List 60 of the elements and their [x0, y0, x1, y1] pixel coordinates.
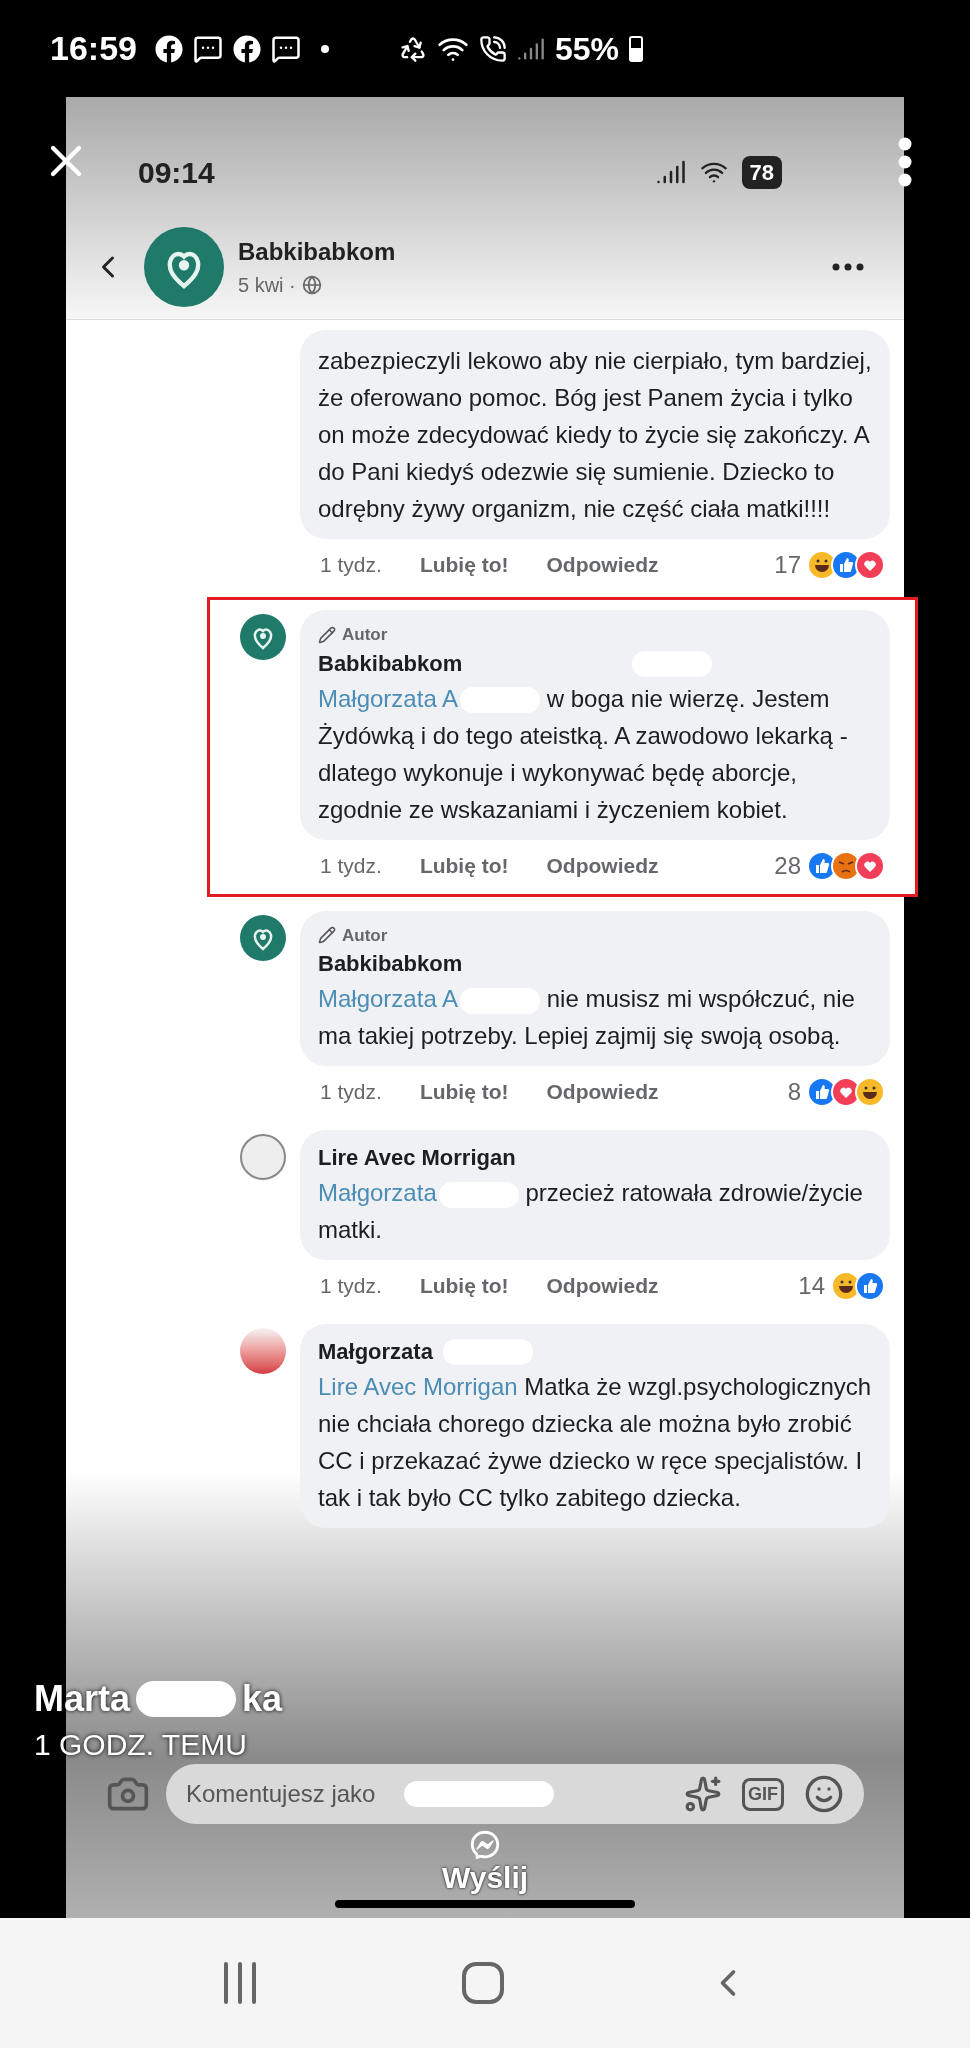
vertical-dots-icon — [898, 137, 912, 187]
commenter-name[interactable]: Lire Avec Morrigan — [318, 1142, 516, 1174]
ellipsis-icon — [832, 263, 864, 271]
post-date: 5 kwi · — [238, 273, 296, 298]
facebook-icon — [154, 34, 183, 63]
facebook-icon — [232, 34, 261, 63]
page-name[interactable]: Babkibabkom — [238, 234, 396, 270]
battery-indicator: 78 — [741, 155, 782, 189]
commenter-name[interactable]: Babkibabkom — [318, 948, 463, 980]
avatar-logo[interactable] — [240, 914, 286, 961]
commenter-name[interactable]: Babkibabkom — [318, 647, 463, 680]
pencil-icon — [318, 926, 336, 945]
reply-link[interactable]: Odpowiedz — [546, 1076, 659, 1108]
pencil-icon — [318, 625, 336, 644]
reply-link[interactable]: Odpowiedz — [546, 1270, 659, 1302]
comment-text: Małgorzata A w boga nie wierzę. Jestem Żydówką i do tego ateistką. A zawodowo lekarką - dlatego wykonuje i wykonywać będę aborcje, zgodnie ze wskazaniami i życzeniem kobiet. — [318, 683, 849, 825]
device-clock: 16:59 — [50, 28, 137, 69]
like-link[interactable]: Lubię to! — [419, 1270, 509, 1302]
like-link[interactable]: Lubię to! — [419, 849, 509, 882]
globe-icon — [301, 275, 322, 295]
mention-link[interactable]: Lire Avec Morrigan — [318, 1373, 518, 1400]
comment-time: 1 tydz. — [320, 1273, 382, 1300]
reaction-count: 14 — [798, 1271, 825, 1301]
gif-button[interactable]: GIF — [742, 1777, 784, 1811]
commenter-name[interactable]: Małgorzata — [318, 1336, 433, 1368]
battery-percent: 55% — [554, 29, 619, 69]
messenger-icon — [468, 1828, 502, 1862]
battery-icon — [629, 35, 643, 62]
comment-time: 1 tydz. — [320, 552, 382, 579]
comment-time: 1 tydz. — [320, 852, 382, 879]
more-button[interactable] — [832, 263, 864, 271]
comment-text: zabezpieczyli lekowo aby nie cierpiało, tym bardziej, że oferowano pomoc. Bóg jest Panem życia i tylko on może zdecydować kiedy to życie się zakończy. A do Pani kiedyś odezwie się sumienie. Dziecko to odrębny żywy organizm, nie część ciała matki!!!! — [318, 346, 872, 524]
avatar-logo[interactable] — [240, 614, 286, 660]
comment-text: Małgorzata A nie musisz mi współczuć, nie ma takiej potrzeby. Lepiej zajmij się swoją osobą. — [318, 984, 856, 1051]
reaction-count: 8 — [787, 1077, 801, 1107]
reply-link[interactable]: Odpowiedz — [546, 849, 659, 882]
comment-time: 1 tydz. — [320, 1079, 382, 1106]
reply-link[interactable]: Odpowiedz — [546, 549, 659, 581]
author-label: Autor — [342, 624, 388, 646]
recycle-icon — [398, 34, 427, 63]
comment-text: Lire Avec Morrigan Matka że wzgl.psychologicznych nie chciała chorego dziecka ale można było zrobić CC i przekazać żywe dziecko w ręce specjalistów. I tak i tak było CC tylko zabitego dziecka. — [318, 1372, 872, 1513]
page-avatar-logo[interactable] — [144, 227, 224, 307]
more-options-button[interactable] — [898, 137, 912, 187]
sticker-icon[interactable] — [684, 1775, 722, 1813]
comment-text: Małgorzata przecież ratowała zdrowie/życie matki. — [318, 1178, 864, 1245]
comment-input[interactable]: Komentujesz jako GIF — [166, 1764, 864, 1824]
call-icon — [478, 34, 507, 63]
author-label: Autor — [342, 924, 388, 947]
phone-clock: 09:14 — [138, 154, 215, 191]
mention-link[interactable]: Małgorzata A — [318, 985, 459, 1012]
avatar[interactable] — [240, 1134, 286, 1180]
emoji-icon[interactable] — [804, 1774, 844, 1814]
avatar[interactable] — [240, 1328, 286, 1374]
mention-link[interactable]: Małgorzata A — [318, 684, 459, 712]
like-link[interactable]: Lubię to! — [419, 1076, 509, 1108]
like-link[interactable]: Lubię to! — [419, 549, 509, 581]
reaction-count: 28 — [774, 850, 801, 881]
home-icon[interactable] — [461, 1961, 505, 2005]
mention-link[interactable]: Małgorzata — [318, 1179, 437, 1206]
reaction-count: 17 — [774, 550, 801, 580]
